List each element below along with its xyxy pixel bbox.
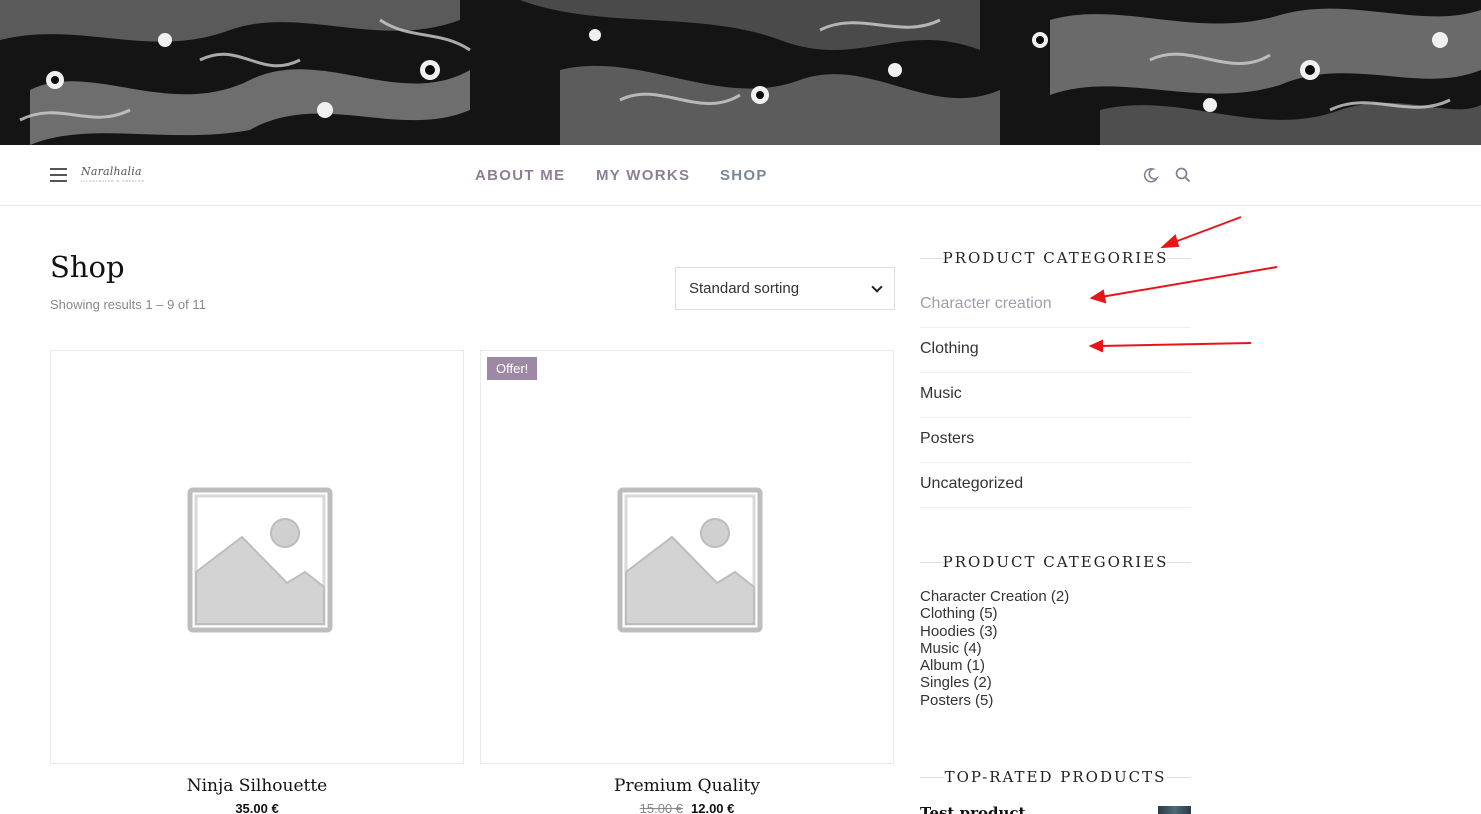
category-label: Clothing: [920, 340, 979, 357]
category-count-link[interactable]: Clothing (5): [920, 605, 998, 622]
category-link-music[interactable]: Music: [920, 373, 1191, 418]
page-title: Shop: [50, 250, 125, 284]
category-count-link[interactable]: Album (1): [920, 657, 985, 674]
moon-icon[interactable]: [1143, 167, 1159, 183]
top-rated-product-thumbnail[interactable]: [1158, 806, 1191, 814]
category-count-link[interactable]: Posters (5): [920, 692, 993, 709]
product-old-price: 15.00 €: [639, 801, 683, 814]
main-menu: ABOUT ME MY WORKS SHOP: [0, 145, 1481, 205]
product-card-image[interactable]: [50, 350, 464, 764]
product-price: 15.00 € 12.00 €: [480, 801, 894, 814]
annotation-arrow: [1171, 216, 1242, 244]
main-navbar: Naralhalia ILLUSTRATOR & CREATOR ABOUT M…: [0, 145, 1481, 206]
product-card-image[interactable]: Offer!: [480, 350, 894, 764]
category-label: Character creation: [920, 295, 1052, 312]
widget-title-product-categories: PRODUCT CATEGORIES: [920, 249, 1191, 267]
category-count-link[interactable]: Singles (2): [920, 674, 992, 691]
product-price: 35.00 €: [50, 801, 464, 814]
category-count-link[interactable]: Music (4): [920, 640, 982, 657]
nav-item-my-works[interactable]: MY WORKS: [596, 167, 690, 184]
product-name[interactable]: Premium Quality: [480, 776, 894, 796]
category-count-link[interactable]: Character Creation (2): [920, 588, 1069, 605]
product-current-price: 12.00 €: [691, 801, 735, 814]
annotation-arrow-head: [1160, 234, 1180, 249]
category-label: Uncategorized: [920, 475, 1024, 492]
category-link-posters[interactable]: Posters: [920, 418, 1191, 463]
sale-badge: Offer!: [487, 357, 538, 380]
image-placeholder-icon: [187, 487, 333, 637]
category-link-uncategorized[interactable]: Uncategorized: [920, 463, 1191, 508]
category-link-character-creation[interactable]: Character creation: [920, 283, 1191, 328]
top-rated-product-link[interactable]: Test product: [920, 804, 1025, 814]
category-link-clothing[interactable]: Clothing: [920, 328, 1191, 373]
nav-item-about-me[interactable]: ABOUT ME: [475, 167, 565, 184]
sorting-select[interactable]: Standard sorting: [675, 267, 895, 310]
widget-title-top-rated: TOP-RATED PRODUCTS: [920, 768, 1191, 786]
product-name[interactable]: Ninja Silhouette: [50, 776, 464, 796]
chevron-down-icon: [871, 280, 883, 293]
results-count: Showing results 1 – 9 of 11: [50, 297, 206, 312]
image-placeholder-icon: [617, 487, 763, 637]
product-current-price: 35.00 €: [235, 801, 279, 814]
sorting-selected-value: Standard sorting: [689, 280, 800, 297]
category-label: Music: [920, 385, 962, 402]
header-banner: [0, 0, 1481, 145]
widget-title-product-categories-2: PRODUCT CATEGORIES: [920, 553, 1191, 571]
category-label: Posters: [920, 430, 975, 447]
category-count-link[interactable]: Hoodies (3): [920, 623, 998, 640]
search-icon[interactable]: [1175, 167, 1191, 183]
nav-item-shop[interactable]: SHOP: [720, 167, 768, 184]
